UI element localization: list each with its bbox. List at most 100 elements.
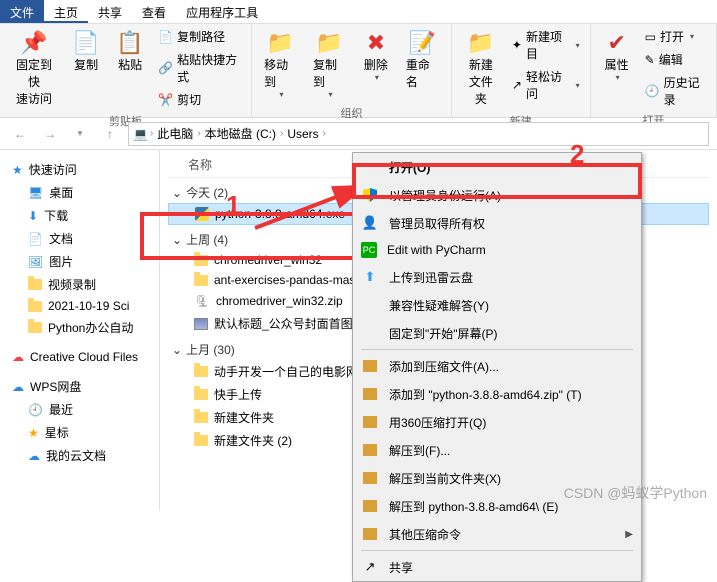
newfolder-icon: 📁 [467,30,494,56]
breadcrumb: 💻 › 此电脑 › 本地磁盘 (C:) › Users › [128,122,709,146]
tab-apptools[interactable]: 应用程序工具 [176,0,268,23]
sidebar-desktop[interactable]: 🖥桌面 [0,181,159,204]
moveto-button[interactable]: 📁移动到▾ [258,26,303,103]
sidebar-recent[interactable]: 🕘最近 [0,398,159,421]
properties-button[interactable]: ✔属性▾ [597,26,637,86]
archive-icon [361,385,379,403]
column-name[interactable]: 名称 [188,156,212,173]
rename-icon: 📝 [409,30,436,56]
copy-icon: 📄 [72,30,99,56]
paste-shortcut-button[interactable]: 🔗粘贴快捷方式 [154,49,245,87]
chevron-right-icon: ▶ [625,529,633,540]
shield-icon [361,186,379,204]
copyto-icon: 📁 [316,30,343,56]
sidebar-f2[interactable]: Python办公自动 [0,316,159,339]
blank-icon [361,324,379,342]
archive-icon [361,441,379,459]
sidebar-quick-access[interactable]: ★快速访问 [0,158,159,181]
sidebar-video[interactable]: 视频录制 [0,273,159,296]
ctx-admin-own[interactable]: 👤管理员取得所有权 [353,209,641,237]
ctx-run-as-admin[interactable]: 以管理员身份运行(A) [353,181,641,209]
ctx-unzip-to[interactable]: 解压到(F)... [353,436,641,464]
sidebar-myfiles[interactable]: ☁我的云文档 [0,444,159,467]
ctx-pycharm[interactable]: PCEdit with PyCharm [353,237,641,263]
easy-access-button[interactable]: ↗轻松访问▾ [508,66,584,104]
sidebar-downloads[interactable]: ⬇下载 [0,204,159,227]
blank-icon [361,158,379,176]
sidebar: ★快速访问 🖥桌面 ⬇下载 📄文档 🖼图片 视频录制 2021-10-19 Sc… [0,150,160,511]
image-icon [194,318,208,330]
shortcut-icon: 🔗 [158,61,173,75]
doc-icon: 📄 [28,232,43,246]
wps-icon: ☁ [12,380,24,394]
blank-icon [361,296,379,314]
tab-home[interactable]: 主页 [44,0,88,23]
new-item-button[interactable]: ✦新建项目▾ [508,26,584,64]
breadcrumb-bar: ← → ▾ ↑ 💻 › 此电脑 › 本地磁盘 (C:) › Users › [0,118,717,150]
tab-file[interactable]: 文件 [0,0,44,23]
zip-icon: 🗜 [194,293,210,309]
pin-button[interactable]: 📌固定到快 速访问 [6,26,62,111]
copy-button[interactable]: 📄复制 [66,26,106,77]
cut-icon: ✂️ [158,93,173,107]
rename-button[interactable]: 📝重命名 [400,26,445,94]
nav-forward-button[interactable]: → [38,122,62,146]
chevron-down-icon: ⌄ [172,186,182,200]
folder-icon [194,435,208,446]
desktop-icon: 🖥 [28,186,43,200]
archive-icon [361,469,379,487]
ribbon: 📌固定到快 速访问 📄复制 📋粘贴 📄复制路径 🔗粘贴快捷方式 ✂️剪切 剪贴板… [0,24,717,118]
sidebar-pictures[interactable]: 🖼图片 [0,250,159,273]
ctx-share[interactable]: ↗共享 [353,553,641,581]
tab-share[interactable]: 共享 [88,0,132,23]
annotation-label-1: 1 [226,190,240,221]
nav-up-button[interactable]: ↑ [98,122,122,146]
sidebar-creative-cloud[interactable]: ☁Creative Cloud Files [0,347,159,367]
folder-icon [194,255,208,266]
ctx-360zip[interactable]: 用360压缩打开(Q) [353,408,641,436]
pycharm-icon: PC [361,242,377,258]
paste-button[interactable]: 📋粘贴 [110,26,150,77]
xunlei-icon: ⬆ [361,268,379,286]
edit-icon: ✎ [645,53,655,67]
cut-button[interactable]: ✂️剪切 [154,89,245,110]
history-button[interactable]: 🕘历史记录 [641,72,710,110]
chevron-down-icon: ⌄ [172,233,182,247]
ctx-open[interactable]: 打开(O) [353,153,641,181]
delete-button[interactable]: ✖删除▾ [356,26,396,86]
ctx-xunlei[interactable]: ⬆上传到迅雷云盘 [353,263,641,291]
ctx-add-archive[interactable]: 添加到压缩文件(A)... [353,352,641,380]
nav-back-button[interactable]: ← [8,122,32,146]
ribbon-label-organize: 组织 [258,103,445,123]
sidebar-documents[interactable]: 📄文档 [0,227,159,250]
breadcrumb-users[interactable]: Users [285,127,320,141]
ctx-zip-other[interactable]: 其他压缩命令▶ [353,520,641,548]
nav-recent-button[interactable]: ▾ [68,122,92,146]
tab-view[interactable]: 查看 [132,0,176,23]
star-icon: ★ [12,163,23,177]
sidebar-f1[interactable]: 2021-10-19 Sci [0,296,159,316]
delete-icon: ✖ [367,30,385,56]
sidebar-star[interactable]: ★星标 [0,421,159,444]
copyto-button[interactable]: 📁复制到▾ [307,26,352,103]
edit-button[interactable]: ✎编辑 [641,49,710,70]
ctx-add-named[interactable]: 添加到 "python-3.8.8-amd64.zip" (T) [353,380,641,408]
breadcrumb-pc[interactable]: 此电脑 [155,125,195,142]
newitem-icon: ✦ [512,38,522,52]
open-button[interactable]: ▭打开▾ [641,26,710,47]
props-icon: ✔ [607,30,625,56]
folder-icon [28,322,42,333]
ctx-compat[interactable]: 兼容性疑难解答(Y) [353,291,641,319]
python-icon [195,207,209,221]
new-folder-button[interactable]: 📁新建 文件夹 [458,26,504,111]
breadcrumb-disk[interactable]: 本地磁盘 (C:) [203,125,278,142]
path-icon: 📄 [158,30,173,44]
sidebar-wps[interactable]: ☁WPS网盘 [0,375,159,398]
folder-icon [194,389,208,400]
open-icon: ▭ [645,30,656,44]
copy-path-button[interactable]: 📄复制路径 [154,26,245,47]
pic-icon: 🖼 [28,255,43,269]
ctx-pinstart[interactable]: 固定到"开始"屏幕(P) [353,319,641,347]
folder-icon [194,366,208,377]
watermark: CSDN @蚂蚁学Python [564,483,707,503]
